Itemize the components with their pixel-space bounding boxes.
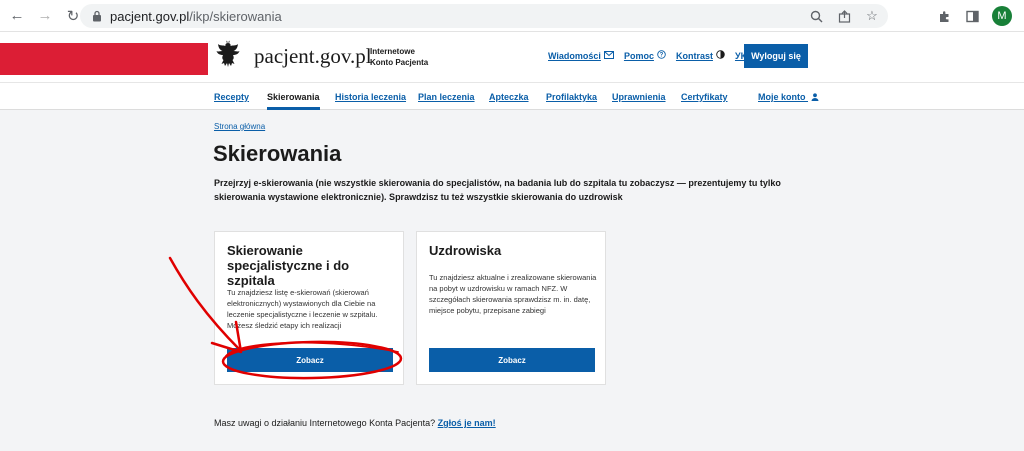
polish-eagle-emblem-icon [214,40,242,74]
site-header: pacjent.gov.pl Internetowe Konto Pacjent… [0,32,1024,82]
extensions-puzzle-icon[interactable] [936,8,952,24]
view-specialist-referrals-button[interactable]: Zobacz [227,348,393,372]
card-description: Tu znajdziesz aktualne i zrealizowane sk… [429,273,597,315]
logout-button[interactable]: Wyloguj się [744,44,808,68]
header-links: Wiadomości Pomoc ? Kontrast УК [548,50,759,61]
zoom-icon[interactable] [808,8,824,24]
person-icon [811,93,819,101]
nav-item-profilaktyka[interactable]: Profilaktyka [546,92,597,102]
nav-item-moje-konto[interactable]: Moje konto [758,92,819,102]
contrast-half-circle-icon [716,50,725,61]
messages-link[interactable]: Wiadomości [548,50,614,61]
card-description: Tu znajdziesz listę e-skierowań (skierow… [227,288,378,330]
brand-red-bar [0,43,208,75]
contrast-link[interactable]: Kontrast [676,50,725,61]
help-link[interactable]: Pomoc ? [624,50,666,61]
page-intro: Przejrzyj e-skierowania (nie wszystkie s… [214,178,781,202]
feedback-report-link[interactable]: Zgłoś je nam! [438,418,496,428]
side-panel-icon[interactable] [964,8,980,24]
card-spa-referrals: Uzdrowiska Tu znajdziesz aktualne i zrea… [416,231,606,385]
view-spa-referrals-button[interactable]: Zobacz [429,348,595,372]
site-name-logo[interactable]: pacjent.gov.pl [254,44,372,69]
page-title: Skierowania [213,141,342,166]
address-bar[interactable]: pacjent.gov.pl/ikp/skierowania ☆ [80,4,888,28]
site-subtitle: Internetowe Konto Pacjenta [370,47,429,67]
browser-toolbar: ← → ↻ pacjent.gov.pl/ikp/skierowania ☆ M… [0,0,1024,32]
question-circle-icon: ? [657,50,666,61]
profile-avatar[interactable]: M [992,6,1012,26]
main-navigation: Recepty Skierowania Historia leczenia Pl… [0,82,1024,110]
nav-item-plan-leczenia[interactable]: Plan leczenia [418,92,475,102]
back-arrow-icon[interactable]: ← [6,5,28,27]
forward-arrow-icon[interactable]: → [34,5,56,27]
feedback-line: Masz uwagi o działaniu Internetowego Kon… [214,418,496,428]
svg-text:?: ? [660,53,664,59]
url-text: pacjent.gov.pl/ikp/skierowania [110,8,282,24]
nav-item-apteczka[interactable]: Apteczka [489,92,529,102]
nav-item-skierowania[interactable]: Skierowania [267,92,320,110]
lock-icon [90,9,104,23]
breadcrumb-home-link[interactable]: Strona główna [214,122,265,131]
card-title: Uzdrowiska [429,243,502,258]
nav-item-uprawnienia[interactable]: Uprawnienia [612,92,666,102]
envelope-icon [603,50,614,61]
bookmark-star-icon[interactable]: ☆ [864,8,880,24]
card-specialist-referrals: Skierowanie specjalistyczne i do szpital… [214,231,404,385]
nav-item-recepty[interactable]: Recepty [214,92,249,102]
share-icon[interactable] [836,8,852,24]
nav-item-certyfikaty[interactable]: Certyfikaty [681,92,728,102]
nav-item-historia-leczenia[interactable]: Historia leczenia [335,92,406,102]
card-title: Skierowanie specjalistyczne i do szpital… [227,243,350,288]
